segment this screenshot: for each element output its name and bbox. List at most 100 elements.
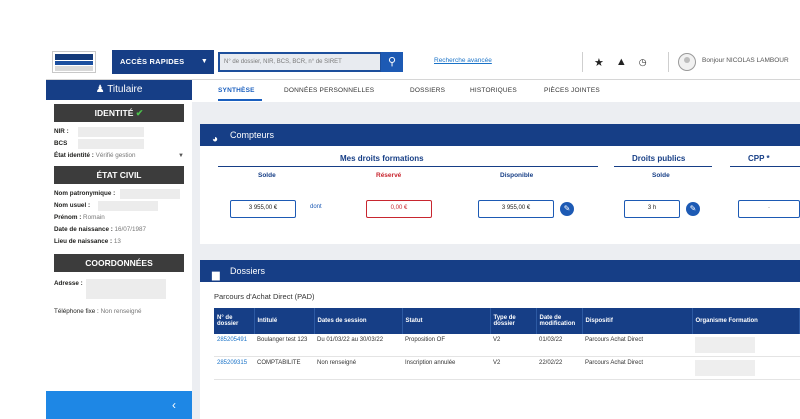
- tab-bar: SYNTHÈSE DONNÉES PERSONNELLES DOSSIERS H…: [192, 80, 800, 102]
- etat-identite-value: Vérifié gestion: [95, 152, 136, 159]
- check-icon: ✔: [135, 108, 144, 118]
- telephone-value: Non renseigné: [100, 308, 142, 315]
- sidebar-collapse-button[interactable]: ‹: [46, 391, 192, 419]
- chevron-down-icon: ▼: [178, 153, 184, 159]
- search-input[interactable]: N° de dossier, NIR, BCS, BCR, n° de SIRE…: [218, 52, 382, 72]
- table-row[interactable]: 285209315 COMPTABILITE Non renseigné Ins…: [214, 356, 800, 380]
- mon-compte-formation-logo[interactable]: [52, 51, 96, 73]
- search-button[interactable]: ⚲: [381, 52, 403, 72]
- avatar-icon[interactable]: [678, 53, 696, 71]
- cpp-value-box: -: [738, 200, 800, 218]
- warning-icon[interactable]: ▲: [616, 56, 627, 68]
- dont-label: dont: [310, 204, 322, 210]
- nom-patronymique-blurred: [120, 189, 180, 199]
- tab-dossiers[interactable]: DOSSIERS: [410, 87, 445, 94]
- divider: [668, 52, 669, 72]
- parcours-label: Parcours d'Achat Direct (PAD): [214, 292, 315, 301]
- compteurs-card: ◕ Compteurs Mes droits formations Solde …: [200, 124, 800, 244]
- tab-donnees-personnelles[interactable]: DONNÉES PERSONNELLES: [284, 87, 374, 94]
- divider: [730, 166, 800, 167]
- nom-usuel-blurred: [98, 201, 158, 211]
- dossier-dispositif: Parcours Achat Direct: [582, 356, 692, 380]
- dossier-number-link[interactable]: 285205491: [214, 334, 254, 357]
- dossier-type: V2: [490, 356, 536, 380]
- edit-disponible-button[interactable]: ✎: [560, 202, 574, 216]
- search-placeholder: N° de dossier, NIR, BCS, BCR, n° de SIRE…: [224, 59, 342, 65]
- star-icon[interactable]: ★: [594, 56, 604, 69]
- etat-civil-section-header: ÉTAT CIVIL: [54, 166, 184, 184]
- dossier-modif: 01/03/22: [536, 334, 582, 357]
- organisme-blurred: [692, 356, 800, 380]
- date-naissance-value: 16/07/1987: [114, 226, 147, 233]
- droits-publics-solde-label: Solde: [652, 172, 670, 179]
- identite-title: IDENTITÉ: [94, 108, 134, 118]
- user-greeting[interactable]: Bonjour NICOLAS LAMBOUR: [702, 57, 789, 64]
- dashboard-icon: ◕: [212, 134, 219, 145]
- quick-access-label: ACCÈS RAPIDES: [120, 57, 185, 66]
- divider: [218, 166, 598, 167]
- table-row[interactable]: 285205491 Boulanger test 123 Du 01/03/22…: [214, 334, 800, 357]
- etat-civil-title: ÉTAT CIVIL: [96, 170, 142, 180]
- adresse-label: Adresse :: [54, 280, 83, 287]
- main-content: SYNTHÈSE DONNÉES PERSONNELLES DOSSIERS H…: [192, 80, 800, 419]
- sidebar: ♟ Titulaire IDENTITÉ ✔ NIR : BCS État id…: [46, 80, 192, 419]
- compteurs-title: Compteurs: [230, 130, 275, 140]
- col-header[interactable]: Dates de session: [314, 308, 403, 334]
- droits-publics-title: Droits publics: [632, 154, 686, 163]
- pencil-icon: ✎: [689, 204, 697, 213]
- solde-value-box: 3 955,00 €: [230, 200, 296, 218]
- col-header[interactable]: Statut: [402, 308, 491, 334]
- advanced-search-link[interactable]: Recherche avancée: [434, 57, 492, 64]
- tab-pieces-jointes[interactable]: PIÈCES JOINTES: [544, 87, 600, 94]
- search-icon: ⚲: [387, 56, 397, 68]
- dossiers-title: Dossiers: [230, 266, 266, 276]
- col-header[interactable]: Intitulé: [254, 308, 315, 334]
- mes-droits-title: Mes droits formations: [340, 154, 424, 163]
- dossier-intitule: Boulanger test 123: [254, 334, 314, 357]
- dossier-statut: Inscription annulée: [402, 356, 490, 380]
- disponible-value-box: 3 955,00 €: [478, 200, 554, 218]
- telephone-label: Téléphone fixe :: [54, 308, 99, 315]
- nom-usuel-label: Nom usuel :: [54, 202, 91, 209]
- tab-synthese[interactable]: SYNTHÈSE: [218, 87, 255, 94]
- dossier-type: V2: [490, 334, 536, 357]
- nir-label: NIR :: [54, 128, 69, 135]
- reserve-label: Réservé: [376, 172, 402, 179]
- nom-patronymique-label: Nom patronymique :: [54, 190, 116, 197]
- col-header[interactable]: N° de dossier: [214, 308, 255, 334]
- prenom-value: Romain: [83, 214, 105, 221]
- col-header[interactable]: Type de dossier: [490, 308, 537, 334]
- bcs-field: BCS: [46, 138, 192, 150]
- nom-usuel-field: Nom usuel :: [46, 200, 192, 212]
- col-header[interactable]: Dispositif: [582, 308, 693, 334]
- tab-historiques[interactable]: HISTORIQUES: [470, 87, 517, 94]
- lieu-naissance-label: Lieu de naissance :: [54, 238, 113, 245]
- prenom-field: Prénom : Romain: [46, 212, 192, 224]
- nir-value-blurred: [78, 127, 144, 137]
- dossiers-header: ▆ Dossiers: [200, 260, 800, 282]
- etat-identite-select[interactable]: État identité : Vérifié gestion ▼: [46, 150, 192, 162]
- col-header[interactable]: Organisme Formation: [692, 308, 800, 334]
- col-header[interactable]: Date de modification: [536, 308, 583, 334]
- active-tab-indicator: [218, 99, 262, 101]
- user-icon: ♟: [95, 84, 105, 95]
- clock-icon[interactable]: ◷: [639, 57, 647, 68]
- dossiers-card: ▆ Dossiers Parcours d'Achat Direct (PAD)…: [200, 260, 800, 419]
- folder-icon: ▆: [212, 270, 220, 281]
- edit-droits-publics-button[interactable]: ✎: [686, 202, 700, 216]
- telephone-field: Téléphone fixe : Non renseigné: [46, 306, 192, 318]
- compteurs-header: ◕ Compteurs: [200, 124, 800, 146]
- dossier-dispositif: Parcours Achat Direct: [582, 334, 692, 357]
- dossier-number-link[interactable]: 285209315: [214, 356, 254, 380]
- nir-field: NIR :: [46, 126, 192, 138]
- divider: [582, 52, 583, 72]
- etat-identite-label: État identité :: [54, 152, 94, 159]
- dossier-intitule: COMPTABILITE: [254, 356, 314, 380]
- lieu-naissance-value: 13: [113, 238, 121, 245]
- titulaire-header: ♟ Titulaire: [46, 80, 192, 100]
- dossier-modif: 22/02/22: [536, 356, 582, 380]
- bcs-value-blurred: [78, 139, 144, 149]
- organisme-blurred: [692, 334, 800, 357]
- chevron-down-icon: ▼: [200, 58, 208, 65]
- quick-access-button[interactable]: ACCÈS RAPIDES ▼: [112, 50, 214, 74]
